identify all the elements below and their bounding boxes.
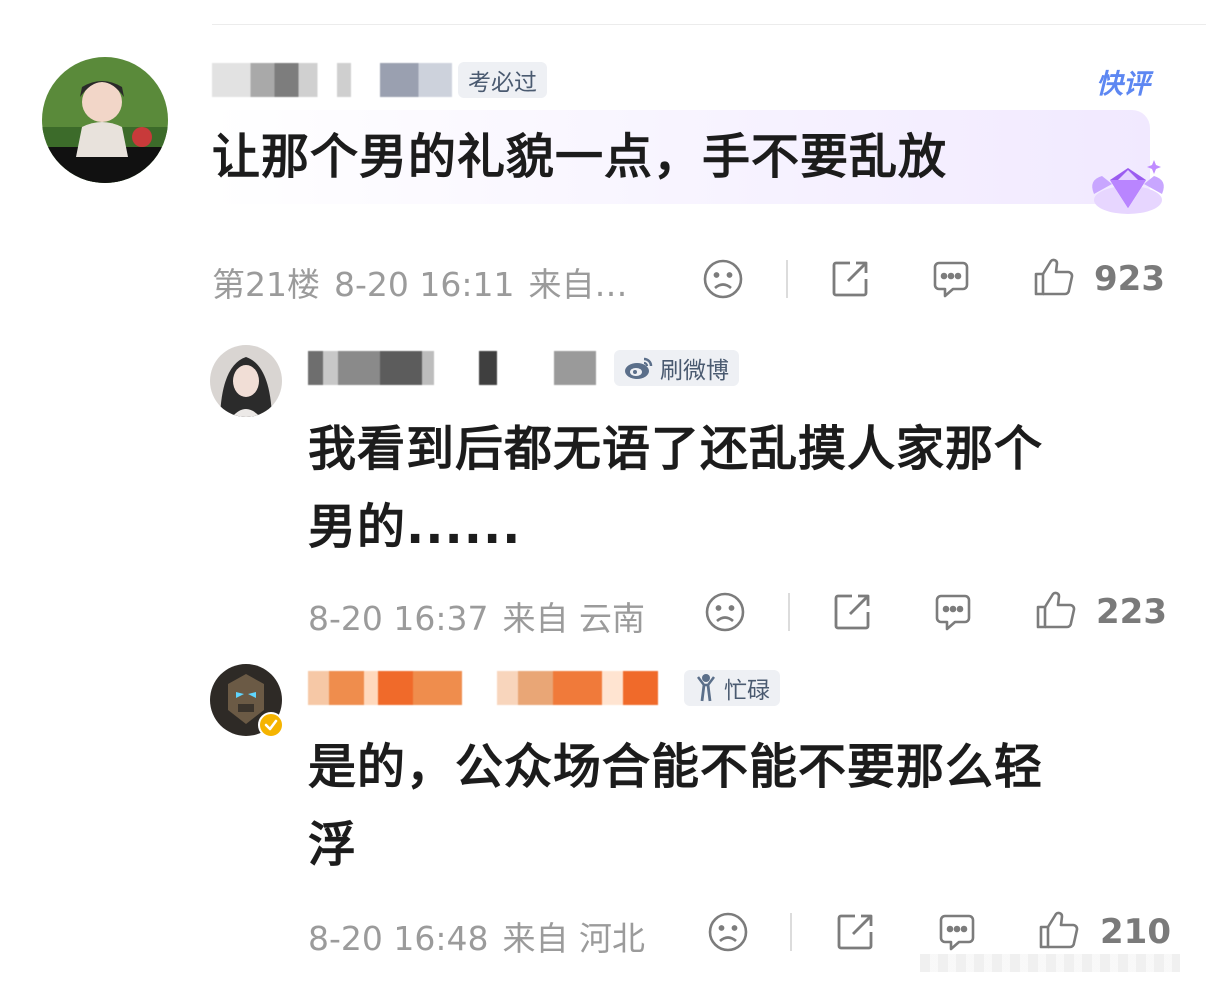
username-masked[interactable] bbox=[308, 671, 658, 705]
action-divider bbox=[790, 913, 792, 951]
reply-text: 我看到后都无语了还乱摸人家那个 男的...... bbox=[308, 410, 1043, 566]
reply-meta: 8-20 16:37 来自 云南 bbox=[308, 592, 645, 640]
comment-icon[interactable] bbox=[931, 590, 975, 634]
gem-icon bbox=[1088, 154, 1168, 220]
username-masked[interactable] bbox=[308, 351, 608, 385]
username-row: 忙碌 bbox=[308, 666, 780, 710]
sad-face-icon[interactable] bbox=[701, 257, 745, 301]
thumbs-up-icon[interactable] bbox=[1034, 588, 1078, 632]
comment-location: 来自… bbox=[528, 265, 628, 304]
reply-time: 8-20 16:37 bbox=[308, 599, 489, 638]
share-icon[interactable] bbox=[833, 910, 877, 954]
verified-badge-icon bbox=[258, 712, 284, 738]
weibo-logo-icon bbox=[624, 355, 654, 381]
thumbs-up-icon[interactable] bbox=[1037, 908, 1081, 952]
reply-time: 8-20 16:48 bbox=[308, 919, 489, 958]
floor-number: 第21楼 bbox=[212, 265, 320, 304]
share-icon[interactable] bbox=[828, 257, 872, 301]
badge-label: 刷微博 bbox=[660, 358, 729, 384]
sad-face-icon[interactable] bbox=[706, 910, 750, 954]
sad-face-icon[interactable] bbox=[703, 590, 747, 634]
badge-label: 考必过 bbox=[468, 70, 537, 96]
top-divider bbox=[212, 24, 1206, 25]
avatar[interactable] bbox=[210, 345, 282, 417]
thumbs-up-icon[interactable] bbox=[1032, 255, 1076, 299]
username-row: 考必过 bbox=[212, 58, 547, 102]
comment-icon[interactable] bbox=[929, 257, 973, 301]
reply-text-line: 浮 bbox=[308, 817, 358, 873]
reply-text: 是的，公众场合能不能不要那么轻 浮 bbox=[308, 728, 1043, 884]
person-figure-icon bbox=[694, 673, 718, 703]
like-count: 923 bbox=[1094, 259, 1165, 299]
action-divider bbox=[788, 593, 790, 631]
user-badge[interactable]: 忙碌 bbox=[684, 670, 780, 706]
share-icon[interactable] bbox=[830, 590, 874, 634]
quick-review-label: 快评 bbox=[1096, 69, 1150, 100]
action-divider bbox=[786, 260, 788, 298]
avatar[interactable] bbox=[42, 57, 168, 183]
reply-text-line: 男的...... bbox=[308, 499, 522, 555]
username-masked[interactable] bbox=[212, 63, 452, 97]
reply-meta: 8-20 16:48 来自 河北 bbox=[308, 912, 645, 960]
comment-icon[interactable] bbox=[935, 910, 979, 954]
reply-text-line: 我看到后都无语了还乱摸人家那个 bbox=[308, 421, 1044, 477]
comment-meta: 第21楼 8-20 16:11 来自… bbox=[212, 258, 628, 306]
reply-location: 来自 云南 bbox=[502, 599, 646, 638]
like-count: 223 bbox=[1096, 592, 1167, 632]
user-badge[interactable]: 刷微博 bbox=[614, 350, 739, 386]
comment-time: 8-20 16:11 bbox=[334, 265, 515, 304]
badge-label: 忙碌 bbox=[724, 678, 770, 704]
reply-text-line: 是的，公众场合能不能不要那么轻 bbox=[308, 739, 1044, 795]
user-badge[interactable]: 考必过 bbox=[458, 62, 547, 98]
watermark-strip bbox=[920, 954, 1180, 972]
username-row: 刷微博 bbox=[308, 346, 739, 390]
comment-text: 让那个男的礼貌一点，手不要乱放 bbox=[212, 129, 948, 185]
like-count: 210 bbox=[1100, 912, 1171, 952]
reply-location: 来自 河北 bbox=[502, 919, 646, 958]
